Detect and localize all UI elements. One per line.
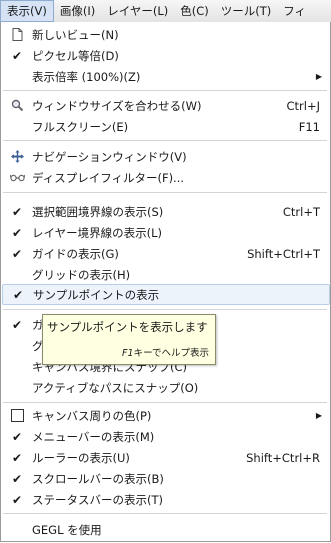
menu-item-label: ナビゲーションウィンドウ(V) (32, 149, 187, 164)
menu-item-show-layer-boundary[interactable]: ✔ レイヤー境界線の表示(L) (2, 222, 328, 243)
checkmark-icon: ✔ (11, 471, 23, 486)
checkmark-icon: ✔ (12, 287, 24, 302)
menu-item-show-statusbar[interactable]: ✔ ステータスバーの表示(T) (2, 489, 328, 510)
menu-item-navigation-window[interactable]: ナビゲーションウィンドウ(V) (2, 146, 328, 167)
menu-item-snap-to-path[interactable]: アクティブなパスにスナップ(O) (2, 377, 328, 398)
menu-tools[interactable]: ツール(T) (215, 0, 278, 22)
menu-bar: 表示(V) 画像(I) レイヤー(L) 色(C) ツール(T) フィ (0, 0, 331, 23)
separator (3, 192, 327, 193)
zoom-icon (2, 99, 32, 112)
document-icon (2, 28, 32, 41)
menu-view[interactable]: 表示(V) (0, 0, 54, 22)
menu-item-accelerator: Shift+Ctrl+T (247, 246, 320, 261)
checkmark-icon: ✔ (11, 492, 23, 507)
checkmark-icon: ✔ (11, 450, 23, 465)
separator (3, 309, 327, 310)
menu-layer[interactable]: レイヤー(L) (101, 0, 174, 22)
menu-item-show-selection[interactable]: ✔ 選択範囲境界線の表示(S) Ctrl+T (2, 201, 328, 222)
menu-item-accelerator: F11 (298, 119, 320, 134)
checkmark-icon: ✔ (11, 246, 23, 261)
separator (3, 402, 327, 403)
tooltip-text: サンプルポイントを表示します (47, 320, 208, 334)
tooltip-help-key: F1 (122, 348, 134, 359)
menu-item-shrink-wrap[interactable]: ウィンドウサイズを合わせる(W) Ctrl+J (2, 95, 328, 116)
menu-item-new-view[interactable]: 新しいビュー(N) (2, 24, 328, 45)
menu-item-accelerator: Shift+Ctrl+R (246, 450, 320, 465)
navigate-icon (2, 150, 32, 163)
tooltip-help-text: キーでヘルプ表示 (133, 348, 209, 359)
menu-filters[interactable]: フィ (277, 0, 312, 22)
submenu-arrow-icon: ▶ (315, 72, 322, 81)
menu-item-accelerator: Ctrl+T (282, 204, 320, 219)
menu-item-display-filters[interactable]: ディスプレイフィルター(F)... (2, 167, 328, 188)
menu-item-padding-color[interactable]: キャンバス周りの色(P) ▶ (2, 405, 328, 426)
menu-item-label: 選択範囲境界線の表示(S) (32, 204, 164, 219)
menu-item-label: キャンバス周りの色(P) (32, 408, 152, 423)
menu-image[interactable]: 画像(I) (54, 0, 101, 22)
separator (3, 513, 327, 514)
menu-item-zoom[interactable]: 表示倍率 (100%)(Z) ▶ (2, 66, 328, 87)
submenu-arrow-icon: ▶ (315, 411, 322, 420)
menu-item-dot-for-dot[interactable]: ✔ ピクセル等倍(D) (2, 45, 328, 66)
menu-item-show-sample-points[interactable]: ✔ サンプルポイントの表示 (2, 284, 330, 305)
checkmark-icon: ✔ (11, 204, 23, 219)
menu-item-label: ステータスバーの表示(T) (32, 492, 163, 507)
menu-item-label: レイヤー境界線の表示(L) (32, 225, 163, 240)
glasses-icon (2, 173, 32, 182)
checkmark-icon: ✔ (11, 225, 23, 240)
separator (3, 140, 327, 141)
menu-item-label: ガイドの表示(G) (32, 246, 119, 261)
menu-item-label: 新しいビュー(N) (32, 27, 119, 42)
menu-item-label: グリッドの表示(H) (32, 267, 131, 282)
menu-item-show-grid[interactable]: グリッドの表示(H) (2, 264, 328, 285)
separator (3, 90, 327, 91)
menu-item-label: メニューバーの表示(M) (32, 429, 155, 444)
menu-item-label: ルーラーの表示(U) (32, 450, 130, 465)
menu-item-label: フルスクリーン(E) (32, 119, 129, 134)
checkmark-icon: ✔ (11, 317, 23, 332)
menu-item-label: スクロールバーの表示(B) (32, 471, 164, 486)
menu-colors[interactable]: 色(C) (174, 0, 215, 22)
menu-item-label: ディスプレイフィルター(F)... (32, 170, 185, 185)
menu-item-label: GEGL を使用 (32, 522, 102, 537)
menu-item-label: サンプルポイントの表示 (33, 287, 160, 302)
menu-item-show-rulers[interactable]: ✔ ルーラーの表示(U) Shift+Ctrl+R (2, 447, 328, 468)
checkmark-icon: ✔ (11, 429, 23, 444)
menu-item-show-menubar[interactable]: ✔ メニューバーの表示(M) (2, 426, 328, 447)
tooltip-help: F1キーでヘルプ表示 (122, 345, 209, 359)
menu-item-accelerator: Ctrl+J (286, 98, 321, 113)
menu-item-label: アクティブなパスにスナップ(O) (32, 380, 199, 395)
menu-item-show-guides[interactable]: ✔ ガイドの表示(G) Shift+Ctrl+T (2, 243, 328, 264)
menu-item-label: 表示倍率 (100%)(Z) (32, 69, 141, 84)
menu-item-use-gegl[interactable]: GEGL を使用 (2, 519, 328, 540)
menu-item-label: ピクセル等倍(D) (32, 48, 119, 63)
checkmark-icon: ✔ (11, 48, 23, 63)
view-menu-dropdown: 新しいビュー(N) ✔ ピクセル等倍(D) 表示倍率 (100%)(Z) ▶ ウ… (0, 22, 331, 542)
menu-item-fullscreen[interactable]: フルスクリーン(E) F11 (2, 116, 328, 137)
tooltip: サンプルポイントを表示します F1キーでヘルプ表示 (42, 314, 216, 365)
menu-item-label: ウィンドウサイズを合わせる(W) (32, 98, 202, 113)
color-box-icon (10, 409, 24, 422)
menu-item-show-scrollbars[interactable]: ✔ スクロールバーの表示(B) (2, 468, 328, 489)
